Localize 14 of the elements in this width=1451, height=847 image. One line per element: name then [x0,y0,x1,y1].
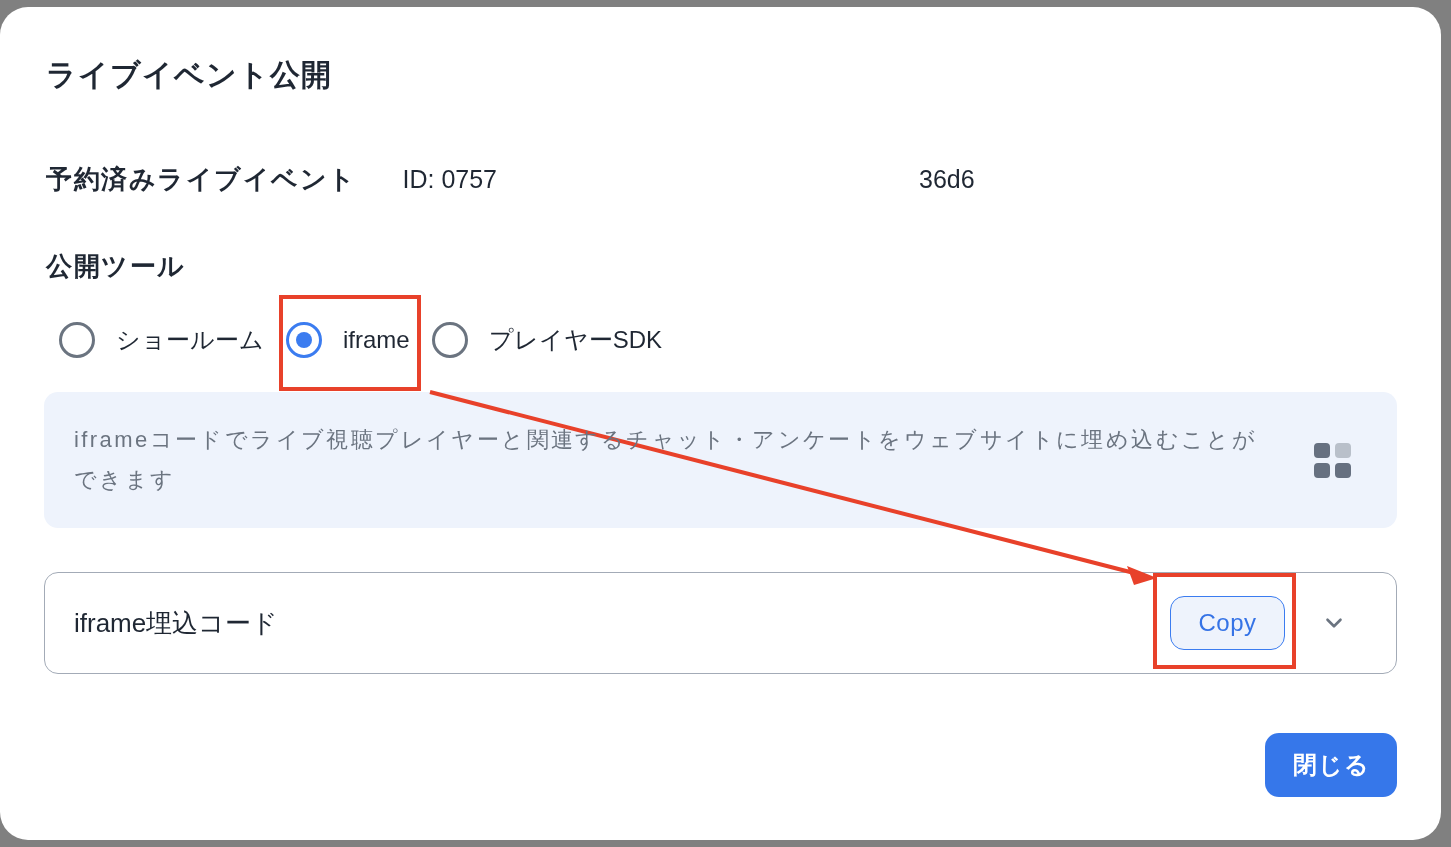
event-label: 予約済みライブイベント [46,163,357,196]
radio-selected-icon[interactable] [286,322,322,358]
dialog-title: ライブイベント公開 [46,57,332,93]
radio-empty-icon[interactable] [59,322,95,358]
close-button[interactable]: 閉じる [1265,733,1397,797]
section-heading: 公開ツール [46,250,186,283]
grid-icon [1314,442,1351,478]
event-id-text: 36d6 [919,164,975,195]
radio-empty-icon[interactable] [431,322,468,358]
event-id-text: ID: 0757 [402,164,497,195]
copy-button[interactable]: Copy [1170,596,1285,650]
radio-option[interactable]: プレイヤーSDK [431,320,663,360]
radio-option[interactable]: ショールーム [59,320,264,360]
embed-code-label: iframe埋込コード [74,607,280,640]
